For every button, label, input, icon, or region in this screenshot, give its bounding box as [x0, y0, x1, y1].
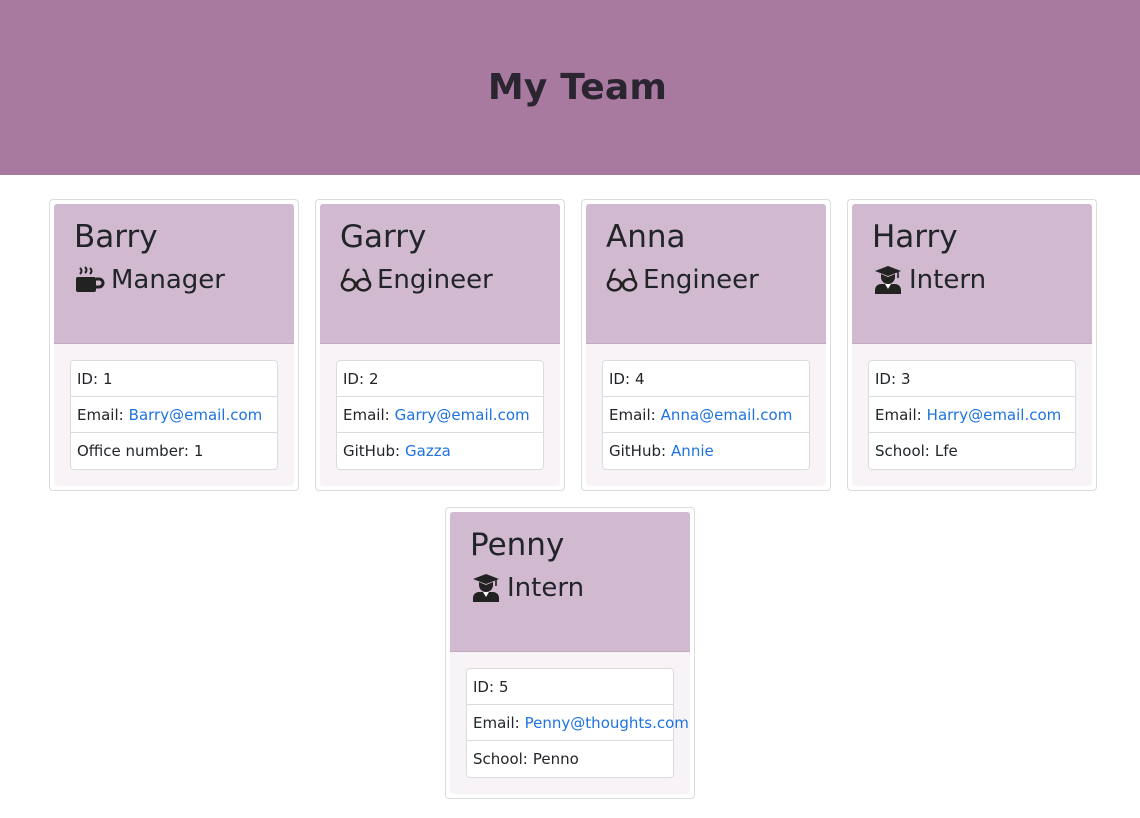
school-label: School:	[473, 750, 528, 768]
id-value: 5	[499, 677, 509, 696]
email-link[interactable]: Anna@email.com	[661, 406, 793, 424]
id-row: ID: 1	[71, 361, 277, 397]
card-header: Garry Engineer	[320, 204, 560, 344]
page-title: My Team	[487, 67, 668, 108]
id-value: 3	[901, 369, 911, 388]
employee-role-label: Engineer	[377, 265, 493, 295]
glasses-icon	[606, 265, 638, 295]
email-label: Email:	[473, 713, 520, 732]
page-header: My Team	[0, 0, 1140, 175]
email-label: Email:	[343, 405, 390, 424]
card-inner: Garry Engineer ID: 2 Email: Garry@email.…	[320, 204, 560, 486]
github-link[interactable]: Gazza	[405, 442, 451, 460]
employee-role: Engineer	[606, 264, 806, 296]
employee-role-label: Intern	[507, 573, 585, 603]
card-body: ID: 3 Email: Harry@email.com School: Lfe	[852, 344, 1092, 486]
card-header: Barry Manager	[54, 204, 294, 344]
id-label: ID:	[875, 369, 897, 388]
employee-name: Harry	[872, 219, 958, 255]
card-body: ID: 2 Email: Garry@email.com GitHub: Gaz…	[320, 344, 560, 486]
school-value: Penno	[532, 750, 579, 768]
office-number-label: Office number:	[77, 442, 189, 460]
employee-details: ID: 3 Email: Harry@email.com School: Lfe	[868, 360, 1076, 470]
id-value: 1	[103, 369, 113, 388]
school-row: School: Lfe	[869, 433, 1075, 469]
employee-name: Garry	[340, 219, 427, 255]
employee-role: Intern	[872, 264, 1072, 296]
email-link[interactable]: Harry@email.com	[927, 406, 1062, 424]
card-body: ID: 4 Email: Anna@email.com GitHub: Anni…	[586, 344, 826, 486]
card-body: ID: 1 Email: Barry@email.com Office numb…	[54, 344, 294, 486]
email-link[interactable]: Garry@email.com	[395, 406, 530, 424]
employee-card: Anna Engineer ID: 4 Email: Anna@email.co…	[581, 199, 831, 491]
id-row: ID: 2	[337, 361, 543, 397]
card-inner: Penny Intern ID: 5 Email: Penny@thoughts…	[450, 512, 690, 794]
github-label: GitHub:	[343, 442, 401, 460]
card-header: Harry Intern	[852, 204, 1092, 344]
school-value: Lfe	[934, 442, 958, 460]
graduate-icon	[470, 573, 502, 603]
email-label: Email:	[77, 405, 124, 424]
card-header: Penny Intern	[450, 512, 690, 652]
employee-role: Intern	[470, 572, 670, 604]
email-link[interactable]: Penny@thoughts.com	[525, 714, 689, 732]
email-row: Email: Barry@email.com	[71, 397, 277, 433]
card-inner: Harry Intern ID: 3 Email: Harry@email.co…	[852, 204, 1092, 486]
employee-card: Harry Intern ID: 3 Email: Harry@email.co…	[847, 199, 1097, 491]
id-label: ID:	[77, 369, 99, 388]
id-row: ID: 4	[603, 361, 809, 397]
coffee-icon	[74, 265, 106, 295]
email-label: Email:	[875, 405, 922, 424]
employee-name: Penny	[470, 527, 565, 563]
office-number-value: 1	[193, 442, 204, 460]
glasses-icon	[340, 265, 372, 295]
employee-role: Engineer	[340, 264, 540, 296]
email-link[interactable]: Barry@email.com	[129, 406, 263, 424]
github-row: GitHub: Annie	[603, 433, 809, 469]
card-body: ID: 5 Email: Penny@thoughts.com School: …	[450, 652, 690, 794]
id-value: 4	[635, 369, 645, 388]
employee-name: Anna	[606, 219, 686, 255]
office-number-row: Office number: 1	[71, 433, 277, 469]
id-label: ID:	[609, 369, 631, 388]
github-row: GitHub: Gazza	[337, 433, 543, 469]
employee-card: Barry Manager ID: 1 Email: Barry@email.c…	[49, 199, 299, 491]
id-value: 2	[369, 369, 379, 388]
id-row: ID: 5	[467, 669, 673, 705]
employee-role: Manager	[74, 264, 274, 296]
email-row: Email: Anna@email.com	[603, 397, 809, 433]
employee-details: ID: 1 Email: Barry@email.com Office numb…	[70, 360, 278, 470]
card-header: Anna Engineer	[586, 204, 826, 344]
card-inner: Anna Engineer ID: 4 Email: Anna@email.co…	[586, 204, 826, 486]
id-row: ID: 3	[869, 361, 1075, 397]
github-label: GitHub:	[609, 442, 667, 460]
card-inner: Barry Manager ID: 1 Email: Barry@email.c…	[54, 204, 294, 486]
school-label: School:	[875, 442, 930, 460]
employee-role-label: Manager	[111, 265, 225, 295]
email-label: Email:	[609, 405, 656, 424]
id-label: ID:	[343, 369, 365, 388]
email-row: Email: Penny@thoughts.com	[467, 705, 689, 741]
team-grid: Barry Manager ID: 1 Email: Barry@email.c…	[0, 175, 1140, 818]
employee-name: Barry	[74, 219, 158, 255]
school-row: School: Penno	[467, 741, 673, 777]
graduate-icon	[872, 265, 904, 295]
employee-details: ID: 4 Email: Anna@email.com GitHub: Anni…	[602, 360, 810, 470]
id-label: ID:	[473, 677, 495, 696]
email-row: Email: Harry@email.com	[869, 397, 1075, 433]
employee-card: Garry Engineer ID: 2 Email: Garry@email.…	[315, 199, 565, 491]
employee-details: ID: 5 Email: Penny@thoughts.com School: …	[466, 668, 689, 778]
email-row: Email: Garry@email.com	[337, 397, 543, 433]
employee-card: Penny Intern ID: 5 Email: Penny@thoughts…	[445, 507, 695, 799]
employee-role-label: Intern	[909, 265, 987, 295]
github-link[interactable]: Annie	[671, 442, 714, 460]
employee-role-label: Engineer	[643, 265, 759, 295]
employee-details: ID: 2 Email: Garry@email.com GitHub: Gaz…	[336, 360, 544, 470]
